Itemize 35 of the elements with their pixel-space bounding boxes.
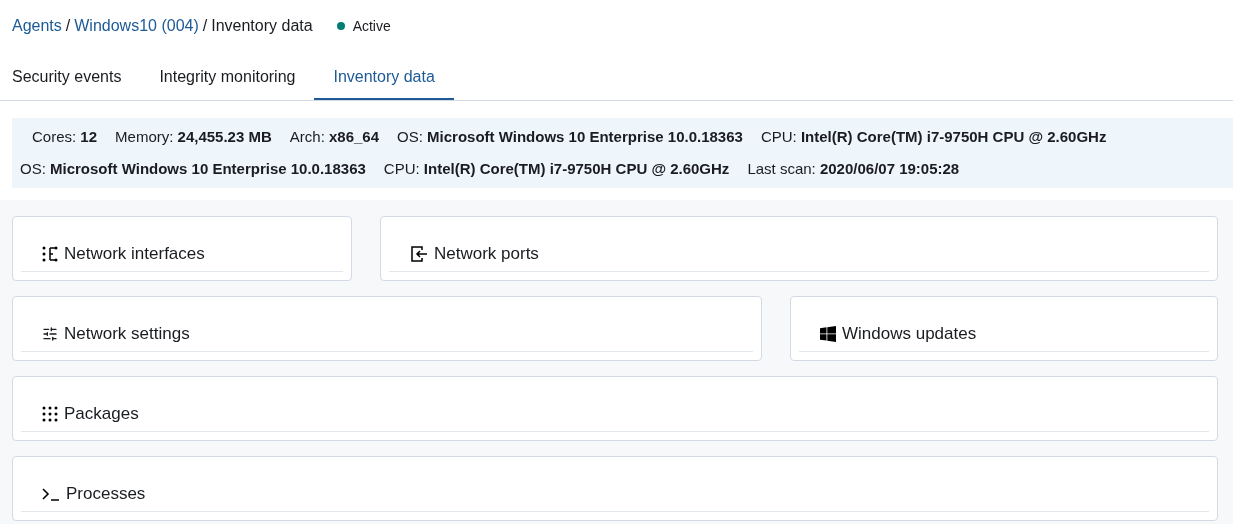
section-card[interactable]: Packages [12, 376, 1218, 441]
section-card[interactable]: Processes [12, 456, 1218, 521]
info-field: Arch: x86_64 [289, 125, 380, 148]
section-card[interactable]: Windows updates [790, 296, 1218, 361]
info-field: OS: Microsoft Windows 10 Enterprise 10.0.18363 [20, 158, 366, 181]
terminal-icon [42, 487, 60, 501]
breadcrumb-link[interactable]: Windows10 (004) [74, 14, 199, 38]
breadcrumb-text: Inventory data [211, 16, 313, 36]
dot-grid-icon [42, 406, 58, 422]
card-title: Packages [64, 403, 139, 426]
card-title: Windows updates [842, 323, 977, 346]
sliders-icon [42, 326, 58, 342]
tab[interactable]: Integrity monitoring [140, 56, 315, 100]
info-field: Cores: 12 [32, 125, 98, 148]
section-card[interactable]: Network ports [380, 216, 1218, 281]
card-title: Network interfaces [64, 243, 205, 266]
info-field: OS: Microsoft Windows 10 Enterprise 10.0.18363 [397, 125, 743, 148]
section-card[interactable]: Network settings [12, 296, 762, 361]
status-label: Active [352, 16, 391, 36]
info-field: Memory: 24,455.23 MB [115, 125, 272, 148]
info-field: CPU: Intel(R) Core(TM) i7-9750H CPU @ 2.60GHz [760, 125, 1107, 148]
card-title: Network settings [64, 323, 190, 346]
tab[interactable]: Inventory data [314, 56, 454, 100]
breadcrumb-text: / [202, 16, 208, 36]
breadcrumb-text: / [65, 16, 71, 36]
windows-logo-icon [820, 326, 836, 342]
info-field: CPU: Intel(R) Core(TM) i7-9750H CPU @ 2.60GHz [383, 158, 730, 181]
section-card[interactable]: Network interfaces [12, 216, 352, 281]
info-field: Last scan: 2020/06/07 19:05:28 [747, 158, 960, 181]
card-title: Processes [66, 483, 146, 506]
card-title: Network ports [434, 243, 539, 266]
network-interfaces-icon [42, 246, 58, 262]
import-arrow-icon [410, 245, 428, 263]
tab[interactable]: Security events [0, 56, 141, 100]
breadcrumb-link[interactable]: Agents [12, 14, 62, 38]
